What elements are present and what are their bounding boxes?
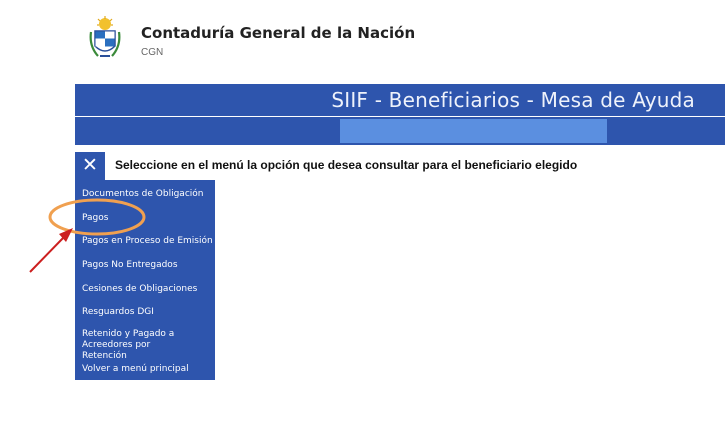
menu-item-pagos-no-entregados[interactable]: Pagos No Entregados xyxy=(75,260,215,271)
org-name: Contaduría General de la Nación xyxy=(141,24,416,42)
menu-item-cesiones-obligaciones[interactable]: Cesiones de Obligaciones xyxy=(75,284,215,295)
menu-item-pagos[interactable]: Pagos xyxy=(75,213,215,224)
menu-item-resguardos-dgi[interactable]: Resguardos DGI xyxy=(75,307,215,318)
close-menu-button[interactable]: ✕ xyxy=(75,152,105,180)
side-menu: Documentos de Obligación Pagos Pagos en … xyxy=(75,180,215,380)
app-title: SIIF - Beneficiarios - Mesa de Ayuda xyxy=(331,88,695,112)
navigation-bar-highlight xyxy=(340,119,607,143)
org-abbreviation: CGN xyxy=(141,47,164,58)
coat-of-arms-icon xyxy=(89,16,121,57)
menu-instruction: Seleccione en el menú la opción que dese… xyxy=(115,158,578,172)
app-banner: SIIF - Beneficiarios - Mesa de Ayuda xyxy=(75,84,725,116)
menu-item-retenido-pagado[interactable]: Retenido y Pagado a Acreedores por Reten… xyxy=(75,329,215,362)
menu-item-volver-menu-principal[interactable]: Volver a menú principal xyxy=(75,364,215,375)
close-icon: ✕ xyxy=(82,155,98,176)
red-arrow-annotation xyxy=(29,228,73,273)
menu-item-pagos-proceso-emision[interactable]: Pagos en Proceso de Emisión xyxy=(75,236,215,247)
menu-item-documentos-obligacion[interactable]: Documentos de Obligación xyxy=(75,189,215,200)
navigation-bar xyxy=(75,117,725,145)
